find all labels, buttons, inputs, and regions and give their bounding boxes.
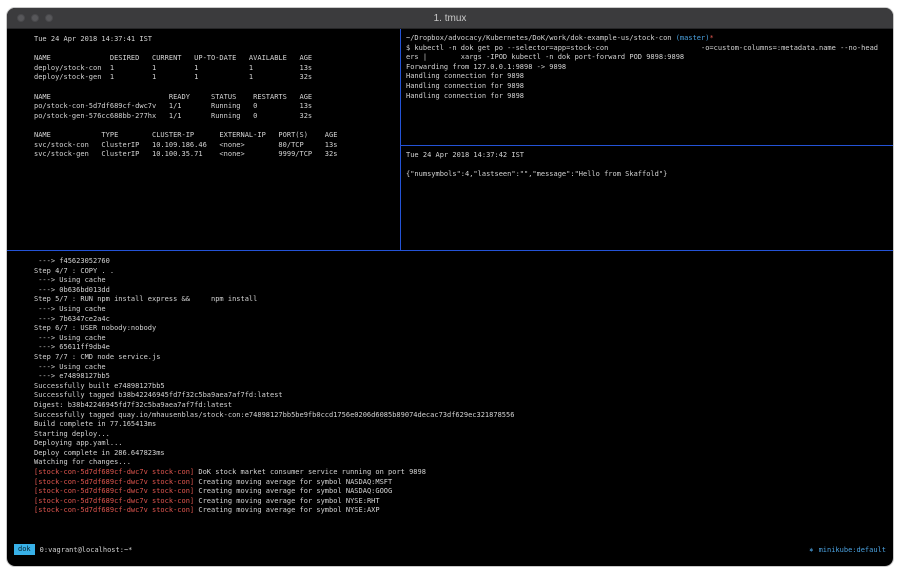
terminal-line: Successfully tagged quay.io/mhausenblas/…: [34, 411, 889, 421]
terminal-line: ---> f45623052760: [34, 257, 889, 267]
terminal-line: ---> Using cache: [34, 305, 889, 315]
window-title: 1. tmux: [434, 13, 467, 24]
terminal-line: $ kubectl -n dok get po --selector=app=s…: [406, 44, 889, 54]
zoom-button[interactable]: [45, 14, 53, 22]
terminal-line: [34, 121, 396, 131]
terminal-line: Successfully tagged b38b42246945fd7f32c5…: [34, 391, 889, 401]
terminal-line: svc/stock-gen ClusterIP 10.100.35.71 <no…: [34, 150, 396, 160]
terminal-line: ---> 65611ff9db4e: [34, 343, 889, 353]
terminal-window: 1. tmux Tue 24 Apr 2018 14:37:41 IST NAME…: [6, 7, 894, 567]
terminal-line: svc/stock-con ClusterIP 10.109.186.46 <n…: [34, 141, 396, 151]
terminal-line: [stock-con-5d7df689cf-dwc7v stock-con] C…: [34, 497, 889, 507]
window-titlebar[interactable]: 1. tmux: [7, 8, 893, 29]
pane-skaffold-log[interactable]: ---> f45623052760Step 4/7 : COPY . . ---…: [7, 251, 893, 543]
terminal-line: [34, 45, 396, 55]
tmux-status-bar: dok 0:vagrant@localhost:~* ⎈ minikube:de…: [7, 543, 893, 556]
terminal-line: ers | xargs -IPOD kubectl -n dok port-fo…: [406, 53, 889, 63]
close-button[interactable]: [17, 14, 25, 22]
pane-port-forward[interactable]: ~/Dropbox/advocacy/Kubernetes/DoK/work/d…: [401, 29, 893, 146]
terminal-line: Forwarding from 127.0.0.1:9898 -> 9898: [406, 63, 889, 73]
terminal-line: Deploy complete in 286.647823ms: [34, 449, 889, 459]
terminal-line: Step 7/7 : CMD node service.js: [34, 353, 889, 363]
terminal-line: ---> e74898127bb5: [34, 372, 889, 382]
terminal-line: po/stock-gen-576cc688bb-277hx 1/1 Runnin…: [34, 112, 396, 122]
terminal-line: Build complete in 77.165413ms: [34, 420, 889, 430]
tmux-right-column: ~/Dropbox/advocacy/Kubernetes/DoK/work/d…: [401, 29, 893, 250]
terminal-line: [34, 83, 396, 93]
terminal-line: Deploying app.yaml...: [34, 439, 889, 449]
terminal-line: NAME DESIRED CURRENT UP-TO-DATE AVAILABL…: [34, 54, 396, 64]
pane-service-response[interactable]: Tue 24 Apr 2018 14:37:42 IST {"numsymbols…: [401, 146, 893, 250]
terminal-line: ---> Using cache: [34, 363, 889, 373]
terminal-line: Successfully built e74898127bb5: [34, 382, 889, 392]
terminal-line: {"numsymbols":4,"lastseen":"","message":…: [406, 170, 889, 180]
session-name-badge[interactable]: dok: [14, 544, 35, 555]
terminal-line: Handling connection for 9898: [406, 92, 889, 102]
kube-context-label: minikube:default: [819, 546, 886, 554]
terminal-line: po/stock-con-5d7df689cf-dwc7v 1/1 Runnin…: [34, 102, 396, 112]
terminal-line: ---> Using cache: [34, 334, 889, 344]
terminal-line: deploy/stock-con 1 1 1 1 13s: [34, 64, 396, 74]
terminal-line: Handling connection for 9898: [406, 82, 889, 92]
traffic-lights: [17, 8, 53, 28]
terminal-line: [stock-con-5d7df689cf-dwc7v stock-con] C…: [34, 487, 889, 497]
terminal-line: [stock-con-5d7df689cf-dwc7v stock-con] C…: [34, 478, 889, 488]
terminal-line: Watching for changes...: [34, 458, 889, 468]
terminal-line: NAME TYPE CLUSTER-IP EXTERNAL-IP PORT(S)…: [34, 131, 396, 141]
kubernetes-helm-icon: ⎈: [809, 546, 813, 554]
terminal-line: Step 5/7 : RUN npm install express && np…: [34, 295, 889, 305]
terminal-line: NAME READY STATUS RESTARTS AGE: [34, 93, 396, 103]
tmux-terminal: Tue 24 Apr 2018 14:37:41 IST NAME DESIRED…: [7, 29, 893, 543]
terminal-line: ~/Dropbox/advocacy/Kubernetes/DoK/work/d…: [406, 34, 889, 44]
terminal-line: ---> Using cache: [34, 276, 889, 286]
tmux-top-row: Tue 24 Apr 2018 14:37:41 IST NAME DESIRED…: [7, 29, 893, 251]
terminal-line: [stock-con-5d7df689cf-dwc7v stock-con] C…: [34, 506, 889, 516]
pane-kubectl-watch[interactable]: Tue 24 Apr 2018 14:37:41 IST NAME DESIRED…: [7, 29, 401, 250]
terminal-line: [stock-con-5d7df689cf-dwc7v stock-con] D…: [34, 468, 889, 478]
terminal-line: deploy/stock-gen 1 1 1 1 32s: [34, 73, 396, 83]
active-window-label[interactable]: 0:vagrant@localhost:~*: [40, 546, 133, 554]
terminal-line: ---> 0b636bd013dd: [34, 286, 889, 296]
terminal-line: [406, 161, 889, 171]
minimize-button[interactable]: [31, 14, 39, 22]
terminal-line: ---> 7b6347ce2a4c: [34, 315, 889, 325]
terminal-line: Digest: b38b42246945fd7f32c5ba9aea7af7fd…: [34, 401, 889, 411]
terminal-line: Step 6/7 : USER nobody:nobody: [34, 324, 889, 334]
terminal-line: Handling connection for 9898: [406, 72, 889, 82]
terminal-line: Tue 24 Apr 2018 14:37:42 IST: [406, 151, 889, 161]
terminal-line: Step 4/7 : COPY . .: [34, 267, 889, 277]
terminal-line: Starting deploy...: [34, 430, 889, 440]
terminal-line: Tue 24 Apr 2018 14:37:41 IST: [34, 35, 396, 45]
